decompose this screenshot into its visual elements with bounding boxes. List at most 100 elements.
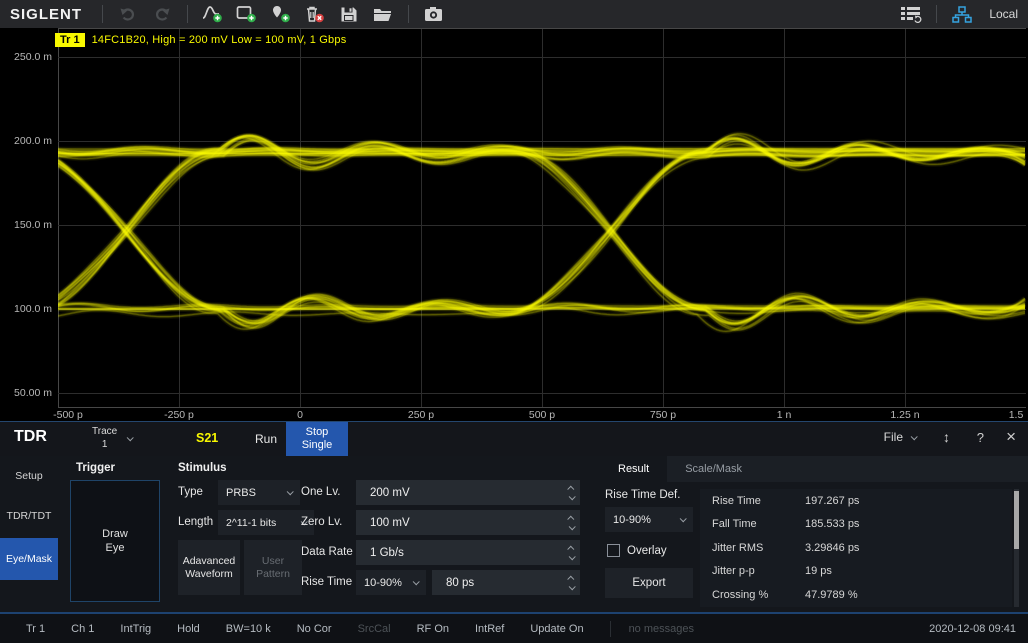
tab-scale-mask[interactable]: Scale/Mask: [667, 456, 760, 482]
eye-diagram-canvas: [58, 28, 1026, 408]
status-datetime: 2020-12-08 09:41: [929, 623, 1016, 635]
status-item: RF On: [417, 623, 449, 635]
y-tick-label: 250.0 m: [0, 51, 52, 63]
siglent-logo: SIGLENT: [0, 6, 94, 23]
status-item: SrcCal: [358, 623, 391, 635]
rise-time-def-dropdown[interactable]: 10-90%: [356, 570, 426, 595]
app-window: SIGLENT: [0, 0, 1028, 643]
rise-time-stepper[interactable]: [569, 570, 574, 595]
trigger-section: Trigger Draw Eye: [62, 456, 170, 613]
stop-single-button[interactable]: Stop Single: [286, 422, 348, 456]
local-mode-label: Local: [989, 7, 1018, 21]
data-rate-stepper[interactable]: [569, 540, 574, 565]
tab-tdr-tdt[interactable]: TDR/TDT: [0, 504, 58, 528]
save-button[interactable]: [332, 1, 366, 27]
add-marker-button[interactable]: [264, 1, 298, 27]
zero-level-value: 100 mV: [370, 517, 410, 529]
chevron-down-icon: [127, 434, 134, 441]
result-value: 3.29846 ps: [805, 542, 859, 554]
tab-setup[interactable]: Setup: [0, 464, 58, 488]
result-value: 197.267 ps: [805, 495, 859, 507]
result-name: Rise Time: [700, 495, 805, 507]
one-level-label: One Lv.: [301, 486, 340, 498]
chevron-down-icon: [680, 515, 687, 522]
zero-level-field[interactable]: 100 mV: [356, 510, 580, 535]
undo-button[interactable]: [111, 1, 145, 27]
rise-time-field[interactable]: 80 ps: [432, 570, 580, 595]
result-section: Result Scale/Mask Rise Time Def. 10-90% …: [600, 456, 1028, 613]
one-level-stepper[interactable]: [569, 480, 574, 505]
prbs-type-dropdown[interactable]: PRBS: [218, 480, 300, 505]
status-item: Ch 1: [71, 623, 94, 635]
trace-selector-label: Trace 1: [92, 425, 117, 451]
result-value: 47.9789 %: [805, 589, 858, 601]
screenshot-button[interactable]: [417, 1, 451, 27]
zero-level-stepper[interactable]: [569, 510, 574, 535]
result-rise-time-def-dropdown[interactable]: 10-90%: [605, 507, 693, 532]
result-scrollbar[interactable]: [1014, 489, 1019, 607]
x-tick-label: 250 p: [408, 409, 434, 421]
x-tick-label: -250 p: [164, 409, 194, 421]
data-rate-field[interactable]: 1 Gb/s: [356, 540, 580, 565]
trace-badge: Tr 1: [55, 33, 85, 47]
file-menu-button[interactable]: File: [884, 430, 916, 444]
tdr-panel: TDR Trace 1 S21 Run Stop Single File ↕ ?…: [0, 421, 1028, 612]
add-trace-button[interactable]: [196, 1, 230, 27]
length-value: 2^11-1 bits: [226, 517, 276, 529]
x-tick-label: 750 p: [650, 409, 676, 421]
close-panel-button[interactable]: ×: [1006, 427, 1016, 447]
overlay-option[interactable]: Overlay: [607, 544, 667, 557]
y-tick-label: 200.0 m: [0, 135, 52, 147]
stimulus-title: Stimulus: [178, 462, 227, 474]
y-tick-label: 100.0 m: [0, 303, 52, 315]
add-trace-icon: [202, 5, 224, 23]
file-menu-label: File: [884, 430, 903, 444]
overlay-checkbox[interactable]: [607, 544, 620, 557]
rise-time-def-value: 10-90%: [364, 577, 402, 589]
delete-icon: [304, 5, 326, 23]
result-row: Fall Time185.533 ps: [700, 513, 1012, 537]
result-row: Jitter p-p19 ps: [700, 560, 1012, 584]
add-marker-icon: [270, 5, 292, 23]
rise-time-def-label: Rise Time Def.: [605, 489, 680, 501]
run-button[interactable]: Run: [240, 422, 292, 456]
user-pattern-button[interactable]: User Pattern: [244, 540, 302, 595]
delete-button[interactable]: [298, 1, 332, 27]
prbs-type-value: PRBS: [226, 487, 256, 499]
tab-result[interactable]: Result: [600, 456, 667, 482]
length-dropdown[interactable]: 2^11-1 bits: [218, 510, 314, 535]
trigger-title: Trigger: [76, 462, 115, 474]
tab-eye-mask[interactable]: Eye/Mask: [0, 538, 58, 580]
screenshot-icon: [424, 6, 444, 22]
status-item: No Cor: [297, 623, 332, 635]
advanced-waveform-button[interactable]: Adavanced Waveform: [178, 540, 240, 595]
trace-selector[interactable]: Trace 1: [92, 425, 132, 451]
x-tick-label: -500 p: [53, 409, 83, 421]
chevron-down-icon: [413, 578, 420, 585]
tdr-title: TDR: [14, 428, 47, 446]
chevron-down-icon: [911, 433, 918, 440]
add-window-button[interactable]: [230, 1, 264, 27]
display-config-button[interactable]: [894, 1, 928, 27]
help-button[interactable]: ?: [977, 430, 984, 445]
toolbar-right-group: Local: [894, 1, 1028, 27]
resize-panel-button[interactable]: ↕: [943, 429, 950, 445]
scrollbar-thumb[interactable]: [1014, 491, 1019, 549]
lan-icon: [952, 6, 972, 23]
export-button[interactable]: Export: [605, 568, 693, 598]
x-tick-label: 1.25 n: [890, 409, 919, 421]
result-value: 19 ps: [805, 565, 832, 577]
status-message: no messages: [629, 623, 694, 635]
result-value: 185.533 ps: [805, 518, 859, 530]
draw-eye-button[interactable]: Draw Eye: [70, 480, 160, 602]
one-level-value: 200 mV: [370, 487, 410, 499]
result-name: Fall Time: [700, 518, 805, 530]
result-name: Jitter RMS: [700, 542, 805, 554]
redo-button[interactable]: [145, 1, 179, 27]
eye-diagram-plot: 250.0 m200.0 m150.0 m100.0 m50.00 m -500…: [0, 28, 1028, 421]
one-level-field[interactable]: 200 mV: [356, 480, 580, 505]
open-file-button[interactable]: [366, 1, 400, 27]
status-divider: [610, 621, 611, 637]
lan-status-button[interactable]: [945, 1, 979, 27]
status-item: IntTrig: [120, 623, 151, 635]
